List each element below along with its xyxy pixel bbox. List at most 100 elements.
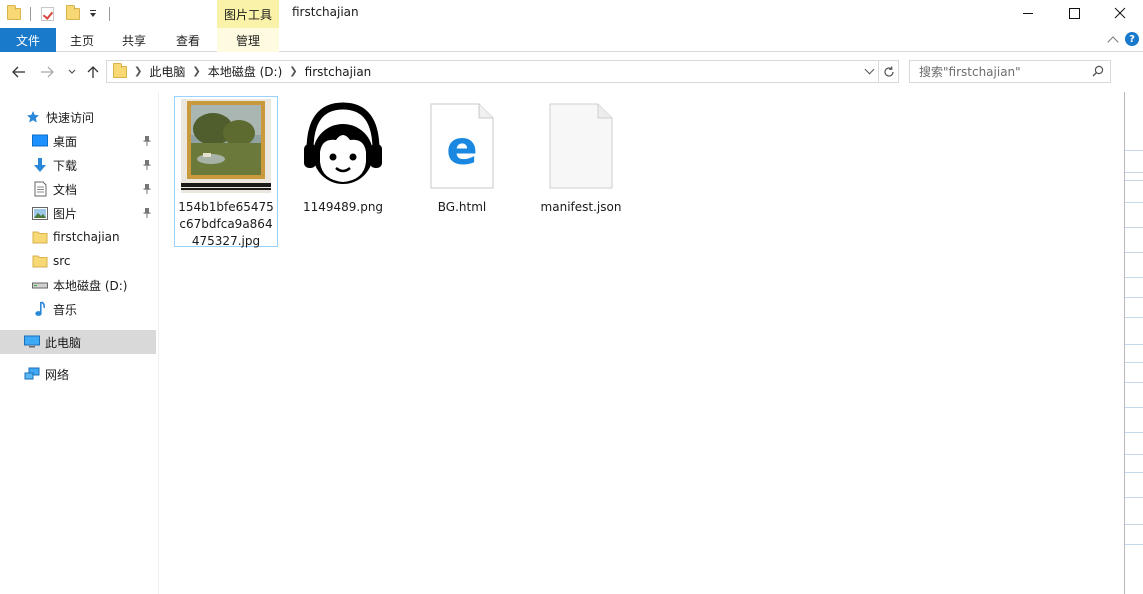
sidebar-item-local-disk[interactable]: 本地磁盘 (D:) — [0, 273, 156, 297]
address-bar[interactable]: ❯ 此电脑 ❯ 本地磁盘 (D:) ❯ firstchajian — [106, 60, 879, 83]
file-item-png[interactable]: 1149489.png — [291, 96, 395, 216]
pane-divider[interactable] — [158, 92, 159, 594]
tab-view[interactable]: 查看 — [160, 28, 216, 52]
help-icon[interactable]: ? — [1125, 32, 1139, 46]
edge-html-icon: e — [414, 98, 510, 193]
file-name: 1149489.png — [302, 200, 384, 214]
close-button[interactable] — [1097, 0, 1143, 26]
properties-button[interactable] — [39, 6, 55, 22]
breadcrumb-firstchajian[interactable]: firstchajian — [305, 65, 372, 79]
divider — [1125, 382, 1143, 383]
pin-icon[interactable] — [142, 183, 152, 195]
divider — [1125, 277, 1143, 278]
pin-icon[interactable] — [142, 207, 152, 219]
minimize-button[interactable] — [1005, 0, 1051, 26]
sidebar-item-label: 网络 — [45, 367, 70, 382]
ribbon-controls: ? — [1107, 32, 1139, 48]
folder-icon — [32, 253, 48, 269]
divider — [1125, 432, 1143, 433]
folder-icon — [32, 229, 48, 245]
back-button[interactable] — [10, 63, 28, 81]
sidebar-item-pictures[interactable]: 图片 — [0, 201, 156, 225]
sidebar-item-label: src — [53, 254, 71, 268]
divider — [1125, 202, 1143, 203]
ribbon-tabs: 文件 主页 共享 查看 管理 ? — [0, 28, 1143, 52]
tab-manage[interactable]: 管理 — [217, 28, 279, 52]
search-input[interactable] — [919, 64, 1089, 79]
dropdown-arrow-icon — [90, 10, 96, 17]
window-controls — [1005, 0, 1143, 26]
divider — [1125, 544, 1143, 545]
file-item-json[interactable]: manifest.json — [529, 96, 633, 216]
search-box[interactable] — [909, 60, 1111, 83]
svg-text:e: e — [446, 121, 477, 175]
sidebar-item-documents[interactable]: 文档 — [0, 177, 156, 201]
pin-icon[interactable] — [142, 135, 152, 147]
file-item-jpg[interactable]: 154b1bfe65475 c67bdfca9a864 475327.jpg — [174, 96, 278, 250]
sidebar-item-label: 桌面 — [53, 134, 78, 149]
navigation-pane: 快速访问 桌面 下载 文档 图片 firstchajian src 本地磁盘 (… — [0, 100, 158, 594]
picture-tools-group: 图片工具 — [217, 0, 279, 28]
window-title: firstchajian — [292, 5, 359, 19]
file-name-line: c67bdfca9a864 — [179, 217, 273, 231]
drive-icon — [32, 277, 48, 293]
divider — [1125, 362, 1143, 363]
landscape-painting-thumbnail — [178, 99, 274, 193]
sidebar-item-label: 快速访问 — [46, 110, 95, 125]
file-name: 154b1bfe65475 c67bdfca9a864 475327.jpg — [176, 199, 276, 250]
divider — [1125, 252, 1143, 253]
sidebar-item-src[interactable]: src — [0, 249, 156, 273]
divider — [1125, 172, 1143, 173]
file-item-html[interactable]: e BG.html — [410, 96, 514, 216]
pin-icon[interactable] — [142, 159, 152, 171]
search-icon[interactable] — [1092, 65, 1104, 77]
divider — [1125, 344, 1143, 345]
chevron-right-icon[interactable]: ❯ — [289, 66, 297, 77]
separator — [109, 7, 110, 21]
forward-button[interactable] — [38, 63, 56, 81]
sidebar-item-firstchajian[interactable]: firstchajian — [0, 225, 156, 249]
file-name-line: 475327.jpg — [191, 234, 261, 248]
arrow-right-icon — [41, 66, 54, 78]
sidebar-item-label: firstchajian — [53, 230, 120, 244]
quick-access-toolbar — [6, 4, 114, 24]
sidebar-item-downloads[interactable]: 下载 — [0, 153, 156, 177]
sidebar-item-label: 本地磁盘 (D:) — [53, 278, 128, 293]
file-name-line: 154b1bfe65475 — [178, 200, 274, 214]
breadcrumb-local-disk[interactable]: 本地磁盘 (D:) — [208, 63, 282, 80]
customize-toolbar-button[interactable] — [85, 6, 101, 22]
sidebar-item-music[interactable]: 音乐 — [0, 297, 156, 321]
collapse-ribbon-icon[interactable] — [1107, 35, 1119, 48]
file-name: manifest.json — [540, 200, 622, 214]
up-button[interactable] — [84, 63, 102, 81]
divider — [1125, 227, 1143, 228]
sidebar-item-network[interactable]: 网络 — [0, 362, 156, 386]
sidebar-item-label: 下载 — [53, 158, 78, 173]
checkmark-icon — [40, 7, 54, 21]
close-icon — [1114, 7, 1126, 19]
network-icon — [24, 366, 40, 382]
chevron-right-icon[interactable]: ❯ — [134, 66, 142, 77]
maximize-button[interactable] — [1051, 0, 1097, 26]
music-icon — [32, 301, 48, 317]
sidebar-item-label: 图片 — [53, 206, 78, 221]
address-dropdown-button[interactable] — [862, 64, 876, 79]
tab-share[interactable]: 共享 — [108, 28, 160, 52]
breadcrumb-this-pc[interactable]: 此电脑 — [149, 63, 185, 80]
sidebar-item-desktop[interactable]: 桌面 — [0, 129, 156, 153]
sidebar-item-quick-access[interactable]: 快速访问 — [0, 105, 156, 129]
tab-home[interactable]: 主页 — [56, 28, 108, 52]
new-folder-button[interactable] — [65, 5, 81, 22]
pictures-icon — [32, 205, 48, 221]
refresh-icon — [883, 65, 894, 77]
refresh-button[interactable] — [879, 60, 899, 83]
divider — [1125, 150, 1143, 151]
divider — [1125, 524, 1143, 525]
document-icon — [32, 181, 48, 197]
chevron-right-icon[interactable]: ❯ — [192, 66, 200, 77]
sidebar-item-this-pc[interactable]: 此电脑 — [0, 330, 156, 354]
tab-file[interactable]: 文件 — [0, 28, 56, 52]
recent-locations-button[interactable] — [63, 63, 81, 81]
arrow-left-icon — [12, 66, 25, 78]
blank-file-icon — [533, 98, 629, 193]
